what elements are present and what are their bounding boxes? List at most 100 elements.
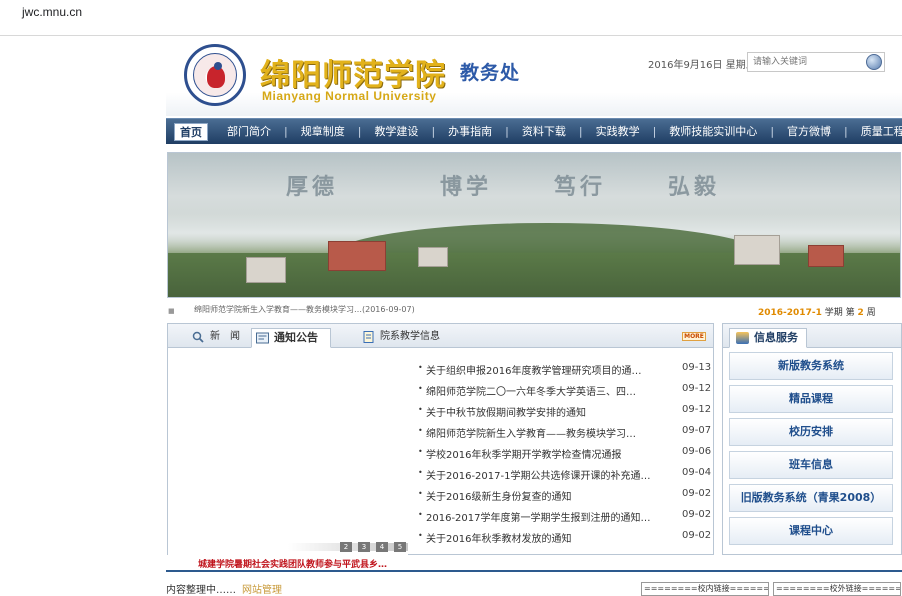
banner-building <box>246 257 286 283</box>
list-item[interactable]: • 绵阳师范学院新生入学教育——教务模块学习… 09-07 <box>416 423 712 444</box>
bullet: • <box>418 447 423 456</box>
notice-board-icon <box>256 332 269 344</box>
ticker-bullet: ■ <box>168 307 175 315</box>
bullet: • <box>418 363 423 372</box>
school-english-name: Mianyang Normal University <box>262 89 437 103</box>
banner-motto: 厚德 <box>286 174 339 200</box>
ticker-text[interactable]: 绵阳师范学院新生入学教育——教务模块学习…(2016-09-07) <box>194 304 415 315</box>
nav-item-training-center[interactable]: 教师技能实训中心 <box>656 123 770 141</box>
week-label-prefix: 学期 第 <box>824 308 855 318</box>
notice-date: 09-04 <box>682 467 712 478</box>
site-header: 绵阳师范学院 Mianyang Normal University 教务处 20… <box>166 38 902 116</box>
url-text[interactable]: jwc.mnu.cn <box>22 5 82 19</box>
news-ticker[interactable]: ■ 绵阳师范学院新生入学教育——教务模块学习…(2016-09-07) <box>166 303 526 317</box>
notice-date: 09-13 <box>682 362 712 373</box>
tab-dept-info-label: 院系教学信息 <box>380 331 440 342</box>
service-old-academic-system[interactable]: 旧版教务系统（青果2008） <box>729 484 893 512</box>
main-nav: 首页 部门简介 | 规章制度 | 教学建设 | 办事指南 | 资料下载 | 实践… <box>166 118 902 144</box>
tab-dept-info[interactable]: 院系教学信息 <box>358 328 440 348</box>
service-course-center[interactable]: 课程中心 <box>729 517 893 545</box>
bullet: • <box>418 489 423 498</box>
banner-building <box>328 241 386 271</box>
bullet: • <box>418 384 423 393</box>
services-icon <box>736 332 749 344</box>
term-label: 2016-2017-1 <box>758 308 822 318</box>
banner-motto: 博学 <box>440 174 493 200</box>
notice-title[interactable]: 关于组织申报2016年度教学管理研究项目的通… <box>426 362 658 377</box>
notice-date: 09-07 <box>682 425 712 436</box>
list-item[interactable]: • 关于2016年秋季教材发放的通知 09-02 <box>416 528 712 549</box>
info-services-panel: 信息服务 新版教务系统 精品课程 校历安排 班车信息 旧版教务系统（青果2008… <box>722 323 902 555</box>
notice-date: 09-02 <box>682 509 712 520</box>
magnifier-icon <box>192 331 204 343</box>
service-shuttle-bus[interactable]: 班车信息 <box>729 451 893 479</box>
nav-item-home[interactable]: 首页 <box>174 122 208 141</box>
search-input[interactable] <box>747 52 885 72</box>
search-button-icon[interactable] <box>866 54 882 70</box>
nav-item-regulations[interactable]: 规章制度 <box>288 123 358 141</box>
bullet: • <box>418 531 423 540</box>
tab-info-services[interactable]: 信息服务 <box>729 328 807 348</box>
banner-motto: 弘毅 <box>668 174 721 200</box>
list-item[interactable]: • 关于中秋节放假期间教学安排的通知 09-12 <box>416 402 712 423</box>
notice-title[interactable]: 关于2016-2017-1学期公共选修课开课的补充通… <box>426 467 658 482</box>
notice-list: • 关于组织申报2016年度教学管理研究项目的通… 09-13 • 绵阳师范学院二〇一… <box>416 360 712 549</box>
list-item[interactable]: • 关于2016-2017-1学期公共选修课开课的补充通… 09-04 <box>416 465 712 486</box>
site-admin-link[interactable]: 网站管理 <box>242 585 282 596</box>
tab-notices-label: 通知公告 <box>274 331 318 344</box>
list-item[interactable]: • 2016-2017学年度第一学期学生报到注册的通知… 09-02 <box>416 507 712 528</box>
list-item[interactable]: • 关于组织申报2016年度教学管理研究项目的通… 09-13 <box>416 360 712 381</box>
notice-title[interactable]: 绵阳师范学院新生入学教育——教务模块学习… <box>426 425 658 440</box>
week-label-suffix: 周 <box>866 308 876 318</box>
school-name: 绵阳师范学院 <box>260 58 446 93</box>
more-link[interactable]: MORE <box>682 332 706 341</box>
service-new-academic-system[interactable]: 新版教务系统 <box>729 352 893 380</box>
nav-item-guide[interactable]: 办事指南 <box>435 123 505 141</box>
panel-tabs: 新 闻 通知公告 院系教学信息 MORE <box>168 324 713 348</box>
nav-item-quality[interactable]: 质量工程 <box>848 123 902 141</box>
bullet: • <box>418 510 423 519</box>
week-number: 2 <box>857 308 864 318</box>
slider-page-4[interactable]: 4 <box>376 542 388 552</box>
list-item[interactable]: • 绵阳师范学院二〇一六年冬季大学英语三、四… 09-12 <box>416 381 712 402</box>
slider-caption[interactable]: 城建学院暑期社会实践团队教师参与平武县乡… <box>198 557 387 570</box>
notice-title[interactable]: 2016-2017学年度第一学期学生报到注册的通知… <box>426 509 658 524</box>
tab-notices[interactable]: 通知公告 <box>251 328 331 348</box>
tab-news[interactable]: 新 闻 <box>188 328 240 348</box>
notice-title[interactable]: 关于2016年秋季教材发放的通知 <box>426 530 658 545</box>
term-week-indicator: 2016-2017-1 学期 第 2 周 <box>758 305 876 318</box>
slider-page-5[interactable]: 5 <box>394 542 406 552</box>
campus-banner: 厚德 博学 笃行 弘毅 <box>167 152 901 298</box>
service-school-calendar[interactable]: 校历安排 <box>729 418 893 446</box>
notice-title[interactable]: 绵阳师范学院二〇一六年冬季大学英语三、四… <box>426 383 658 398</box>
banner-building <box>808 245 844 267</box>
service-quality-courses[interactable]: 精品课程 <box>729 385 893 413</box>
slider-page-3[interactable]: 3 <box>358 542 370 552</box>
notice-title[interactable]: 关于2016级新生身份复查的通知 <box>426 488 658 503</box>
list-item[interactable]: • 关于2016级新生身份复查的通知 09-02 <box>416 486 712 507</box>
nav-item-practice[interactable]: 实践教学 <box>583 123 653 141</box>
tab-news-label: 新 闻 <box>210 331 240 342</box>
nav-item-about[interactable]: 部门简介 <box>214 123 284 141</box>
list-item[interactable]: • 学校2016年秋季学期开学教学检查情况通报 09-06 <box>416 444 712 465</box>
banner-building <box>418 247 448 267</box>
notice-date: 09-02 <box>682 530 712 541</box>
browser-address-bar[interactable]: jwc.mnu.cn <box>0 0 902 36</box>
bullet: • <box>418 426 423 435</box>
notice-title[interactable]: 关于中秋节放假期间教学安排的通知 <box>426 404 658 419</box>
info-services-title: 信息服务 <box>754 331 798 344</box>
document-icon <box>363 331 374 343</box>
bullet: • <box>418 468 423 477</box>
nav-item-downloads[interactable]: 资料下载 <box>509 123 579 141</box>
nav-item-teaching[interactable]: 教学建设 <box>361 123 431 141</box>
school-logo-icon[interactable] <box>184 44 246 106</box>
bullet: • <box>418 405 423 414</box>
banner-building <box>734 235 780 265</box>
slider-page-2[interactable]: 2 <box>340 542 352 552</box>
notice-panel: 新 闻 通知公告 院系教学信息 MORE 2 3 4 5 城建学院暑期社会实践团… <box>167 323 714 570</box>
notice-title[interactable]: 学校2016年秋季学期开学教学检查情况通报 <box>426 446 658 461</box>
notice-date: 09-02 <box>682 488 712 499</box>
notice-date: 09-12 <box>682 404 712 415</box>
photo-slider[interactable]: 2 3 4 5 城建学院暑期社会实践团队教师参与平武县乡… <box>168 349 408 570</box>
nav-item-weibo[interactable]: 官方微博 <box>774 123 844 141</box>
